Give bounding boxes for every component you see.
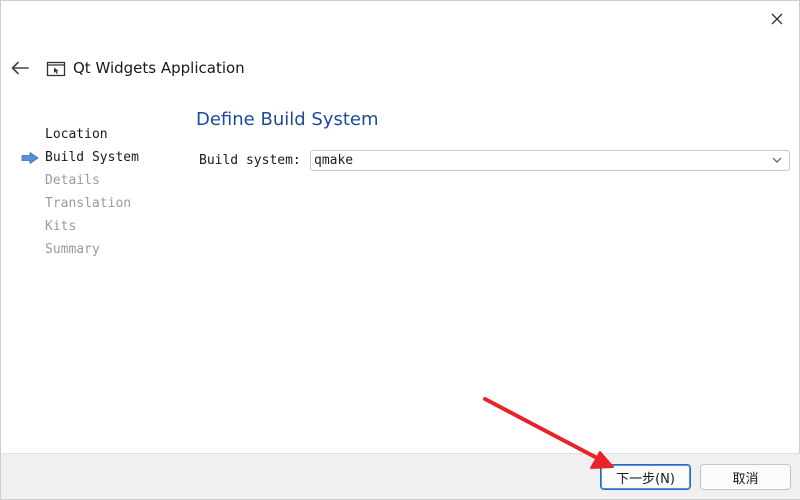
step-kits: Kits	[21, 217, 139, 240]
wizard-steps: Location Build System Details Translatio…	[21, 125, 139, 263]
build-system-label: Build system:	[199, 153, 301, 168]
next-button[interactable]: 下一步(N)	[600, 464, 691, 490]
step-label: Details	[45, 173, 100, 188]
cancel-button[interactable]: 取消	[700, 464, 791, 490]
close-button[interactable]	[763, 7, 791, 31]
step-details: Details	[21, 171, 139, 194]
step-build-system: Build System	[21, 148, 139, 171]
wizard-title: Qt Widgets Application	[73, 59, 245, 77]
qt-app-icon	[46, 61, 66, 77]
build-system-select[interactable]: qmake	[310, 150, 790, 171]
step-label: Build System	[45, 150, 139, 165]
wizard-window: Qt Widgets Application Location Build Sy…	[0, 0, 800, 500]
step-label: Kits	[45, 219, 77, 234]
back-arrow-icon	[11, 61, 29, 75]
page-title: Define Build System	[196, 109, 379, 130]
build-system-value: qmake	[314, 153, 354, 168]
chevron-down-icon	[772, 157, 782, 163]
step-label: Translation	[45, 196, 132, 211]
step-label: Location	[45, 127, 108, 142]
close-icon	[771, 13, 783, 25]
wizard-footer: 下一步(N) 取消	[1, 453, 800, 499]
step-label: Summary	[45, 242, 100, 257]
step-summary: Summary	[21, 240, 139, 263]
back-button[interactable]	[9, 57, 31, 79]
current-step-arrow-icon	[21, 152, 39, 164]
step-location: Location	[21, 125, 139, 148]
step-translation: Translation	[21, 194, 139, 217]
